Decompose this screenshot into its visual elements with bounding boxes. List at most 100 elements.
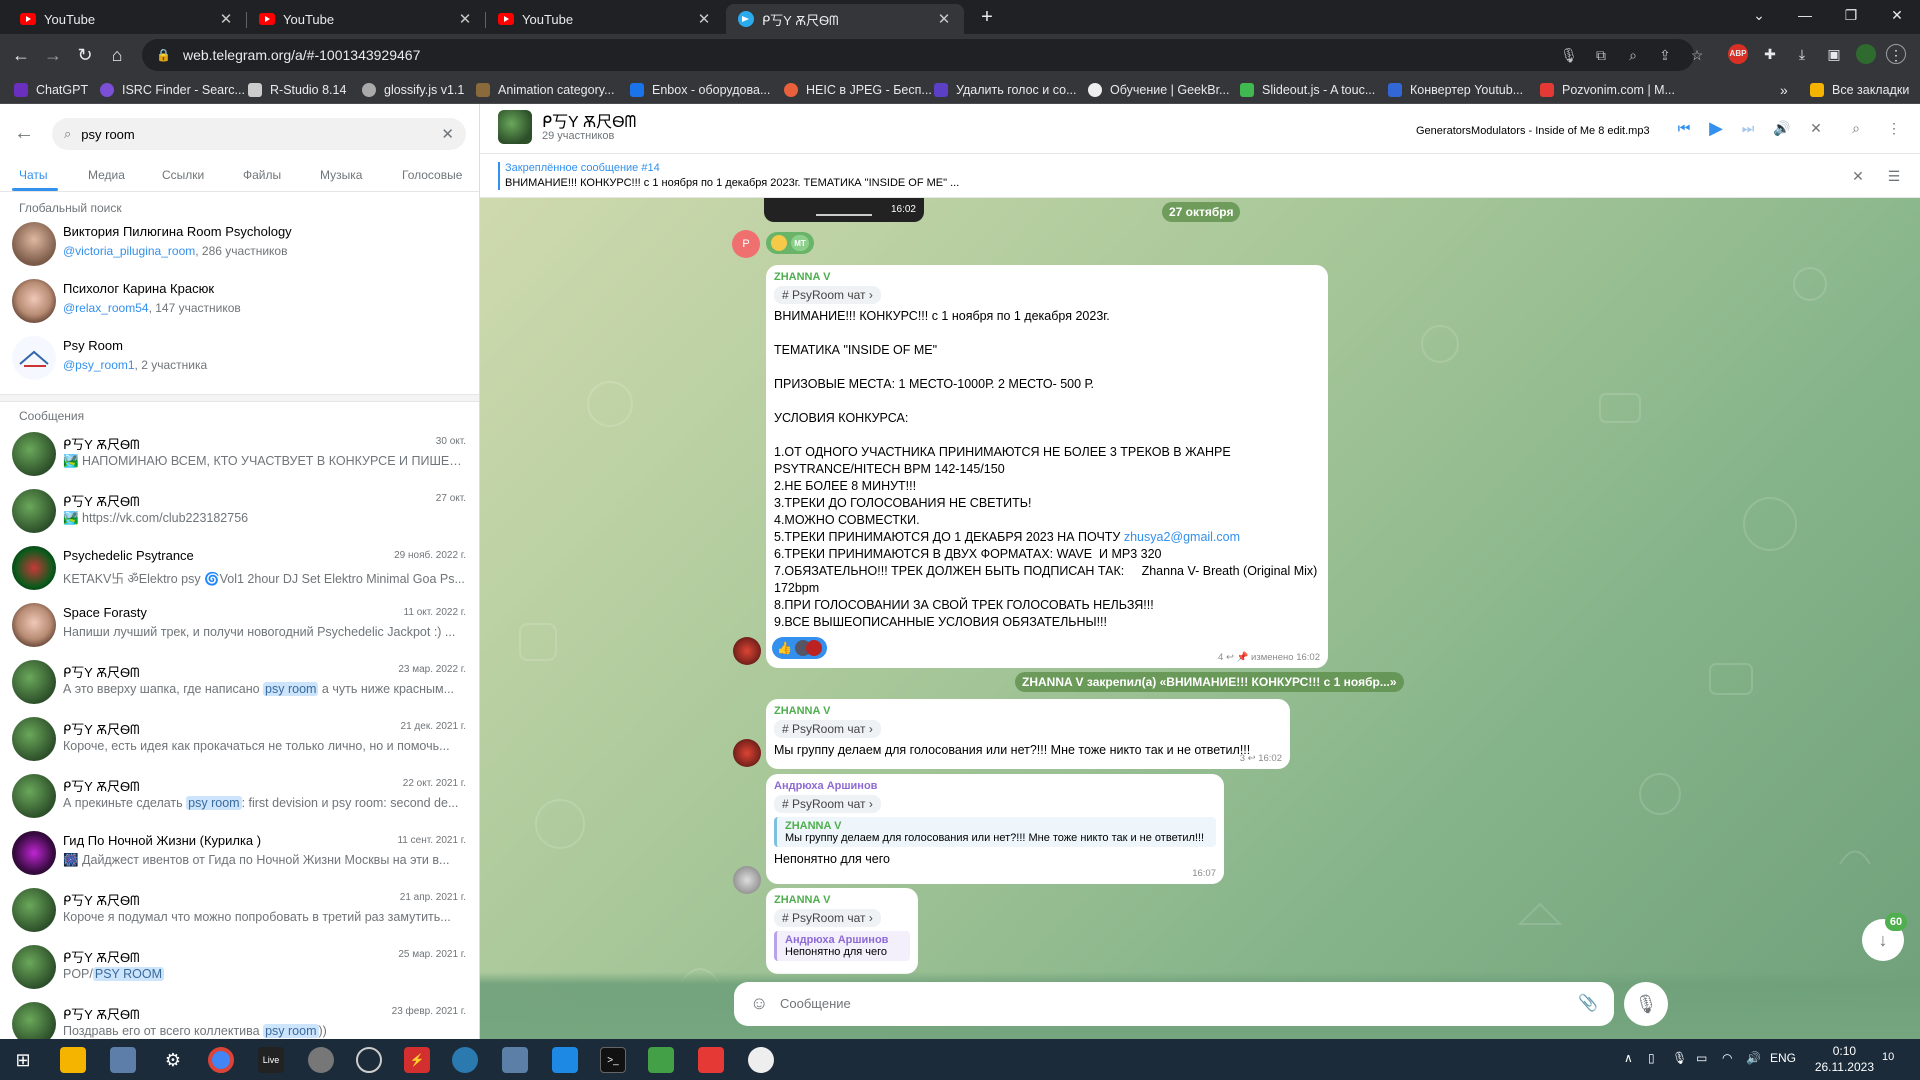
close-tab-icon[interactable]: ✕ <box>696 10 712 28</box>
message-result[interactable]: ᑭ丂Y Ѫ尺Ѳᗰ 25 мар. 2021 г. POP/PSY ROOM <box>12 941 468 997</box>
global-result[interactable]: Psy Room @psy_room1, 2 участника <box>12 332 468 388</box>
bookmark-star-icon[interactable]: ☆ <box>1688 47 1706 65</box>
tray-volume-icon[interactable]: 🔊 <box>1746 1051 1761 1065</box>
close-tab-icon[interactable]: ✕ <box>936 10 952 28</box>
new-tab-button[interactable]: + <box>964 2 1010 32</box>
forward-icon[interactable]: → <box>38 40 68 70</box>
tab-voice[interactable]: Голосовые <box>402 168 462 182</box>
chat-header[interactable]: ᑭ丂Y Ѫ尺Ѳᗰ 29 участников GeneratorsModulat… <box>480 104 1920 154</box>
reload-icon[interactable]: ↻ <box>70 40 100 70</box>
address-bar[interactable]: 🔒 web.telegram.org/a/#-1001343929467 <box>142 39 1694 71</box>
terminal-icon[interactable]: >_ <box>600 1047 626 1073</box>
close-player-icon[interactable]: ✕ <box>1806 118 1826 138</box>
app-icon[interactable] <box>552 1047 578 1073</box>
calculator-icon[interactable] <box>502 1047 528 1073</box>
message-result[interactable]: Гид По Ночной Жизни (Курилка ) 11 сент. … <box>12 827 468 883</box>
chat-avatar[interactable] <box>498 110 532 144</box>
microphone-app-icon[interactable] <box>308 1047 334 1073</box>
bookmark-item[interactable]: Enbox - оборудова... <box>630 80 770 100</box>
tray-network-icon[interactable]: ◠ <box>1722 1051 1732 1065</box>
message-result[interactable]: ᑭ丂Y Ѫ尺Ѳᗰ 22 окт. 2021 г. А прекиньте сде… <box>12 770 468 826</box>
message-bubble[interactable]: ZHANNA V # PsyRoom чат › Мы группу делае… <box>766 699 1290 769</box>
file-explorer-icon[interactable] <box>60 1047 86 1073</box>
message-result[interactable]: ᑭ丂Y Ѫ尺Ѳᗰ 30 окт. 🏞️ НАПОМИНАЮ ВСЕМ, КТО … <box>12 428 468 484</box>
emoji-icon[interactable]: ☺ <box>750 993 768 1014</box>
language-indicator[interactable]: ENG <box>1770 1051 1796 1065</box>
zoom-icon[interactable]: ⌕ <box>1624 47 1642 65</box>
side-panel-icon[interactable]: ▣ <box>1824 44 1844 64</box>
audio-track-title[interactable]: GeneratorsModulators - Inside of Me 8 ed… <box>1416 125 1650 137</box>
sender-avatar[interactable] <box>733 866 761 894</box>
restore-icon[interactable]: ❐ <box>1828 0 1874 30</box>
browser-tab[interactable]: YouTube ✕ <box>486 4 724 34</box>
profile-avatar[interactable] <box>1856 44 1876 64</box>
windows-start-icon[interactable]: ⊞ <box>10 1047 36 1073</box>
global-result[interactable]: Психолог Карина Красюк @relax_room54, 14… <box>12 275 468 331</box>
home-icon[interactable]: ⌂ <box>102 40 132 70</box>
pinned-message-bar[interactable]: Закреплённое сообщение #14 ВНИМАНИЕ!!! К… <box>480 154 1920 198</box>
search-icon[interactable]: ⌕ <box>1846 118 1866 138</box>
video-message[interactable]: 16:02 <box>764 198 924 222</box>
clear-search-icon[interactable]: ✕ <box>441 125 454 143</box>
sender-avatar[interactable] <box>733 739 761 767</box>
app-icon[interactable] <box>698 1047 724 1073</box>
clock[interactable]: 0:10 26.11.2023 <box>1815 1043 1874 1075</box>
attach-icon[interactable]: 📎 <box>1578 993 1598 1013</box>
notepad-icon[interactable] <box>648 1047 674 1073</box>
obs-icon[interactable] <box>356 1047 382 1073</box>
pinned-list-icon[interactable]: ☰ <box>1884 166 1904 186</box>
reply-quote[interactable]: Андрюха Аршинов Непонятно для чего <box>774 931 910 961</box>
notifications-badge[interactable]: 10 <box>1882 1051 1894 1063</box>
message-composer[interactable]: ☺ Сообщение 📎 <box>734 982 1614 1026</box>
back-icon[interactable]: ← <box>6 40 36 70</box>
minimize-icon[interactable]: — <box>1782 0 1828 30</box>
browser-tab[interactable]: YouTube ✕ <box>8 4 246 34</box>
bookmark-item[interactable]: Animation category... <box>476 80 615 100</box>
global-result[interactable]: Виктория Пилюгина Room Psychology @victo… <box>12 218 468 274</box>
extensions-icon[interactable]: ✚ <box>1760 44 1780 64</box>
message-result[interactable]: Psychedelic Psytrance 29 нояб. 2022 г. K… <box>12 542 468 598</box>
bookmark-item[interactable]: ISRC Finder - Searc... <box>100 80 245 100</box>
tab-files[interactable]: Файлы <box>243 168 281 182</box>
play-icon[interactable]: ▶ <box>1706 118 1726 138</box>
unpin-icon[interactable]: ✕ <box>1848 166 1868 186</box>
close-window-icon[interactable]: ✕ <box>1874 0 1920 30</box>
search-input[interactable]: ⌕ psy room ✕ <box>52 118 466 150</box>
chrome-icon[interactable] <box>208 1047 234 1073</box>
all-bookmarks[interactable]: Все закладки <box>1810 80 1909 100</box>
volume-icon[interactable]: 🔊 <box>1772 118 1792 138</box>
message-result[interactable]: ᑭ丂Y Ѫ尺Ѳᗰ 21 апр. 2021 г. Короче я подума… <box>12 884 468 940</box>
back-arrow-icon[interactable]: ← <box>14 122 34 145</box>
bookmarks-overflow[interactable]: » <box>1780 80 1788 100</box>
bookmark-item[interactable]: HEIC в JPEG - Бесп... <box>784 80 932 100</box>
browser-tab[interactable]: YouTube ✕ <box>247 4 485 34</box>
more-icon[interactable]: ⋮ <box>1884 118 1904 138</box>
reactions[interactable]: МТ <box>766 232 814 254</box>
tray-microphone-icon[interactable]: 🎙 <box>1672 1051 1687 1065</box>
share-icon[interactable]: ⇪ <box>1656 47 1674 65</box>
reply-quote[interactable]: ZHANNA V Мы группу делаем для голосовани… <box>774 817 1216 847</box>
message-result[interactable]: Space Forasty 11 окт. 2022 г. Напиши луч… <box>12 599 468 655</box>
message-result[interactable]: ᑭ丂Y Ѫ尺Ѳᗰ 23 февр. 2021 г. Поздравь его о… <box>12 998 468 1039</box>
tab-media[interactable]: Медиа <box>88 168 125 182</box>
email-link[interactable]: zhusya2@gmail.com <box>1124 530 1240 544</box>
install-app-icon[interactable]: ⧉ <box>1592 47 1610 65</box>
app-icon[interactable] <box>748 1047 774 1073</box>
close-tab-icon[interactable]: ✕ <box>218 10 234 28</box>
flash-app-icon[interactable]: ⚡ <box>404 1047 430 1073</box>
bookmark-item[interactable]: ChatGPT <box>14 80 88 100</box>
message-result[interactable]: ᑭ丂Y Ѫ尺Ѳᗰ 21 дек. 2021 г. Короче, есть ид… <box>12 713 468 769</box>
topic-chip[interactable]: # PsyRoom чат › <box>774 286 881 304</box>
message-result[interactable]: ᑭ丂Y Ѫ尺Ѳᗰ 27 окт. 🏞️ https://vk.com/club2… <box>12 485 468 541</box>
topic-chip[interactable]: # PsyRoom чат › <box>774 909 881 927</box>
bookmark-item[interactable]: Удалить голос и со... <box>934 80 1076 100</box>
app-icon[interactable] <box>110 1047 136 1073</box>
bookmark-item[interactable]: Pozvonim.com | М... <box>1540 80 1675 100</box>
sender-avatar[interactable]: P <box>732 230 760 258</box>
bookmark-item[interactable]: Обучение | GeekBr... <box>1088 80 1229 100</box>
tab-links[interactable]: Ссылки <box>162 168 204 182</box>
tab-chats[interactable]: Чаты <box>19 168 48 182</box>
tab-music[interactable]: Музыка <box>320 168 362 182</box>
tray-overflow-icon[interactable]: ∧ <box>1624 1051 1633 1065</box>
tab-search-icon[interactable]: ⌄ <box>1736 0 1782 30</box>
